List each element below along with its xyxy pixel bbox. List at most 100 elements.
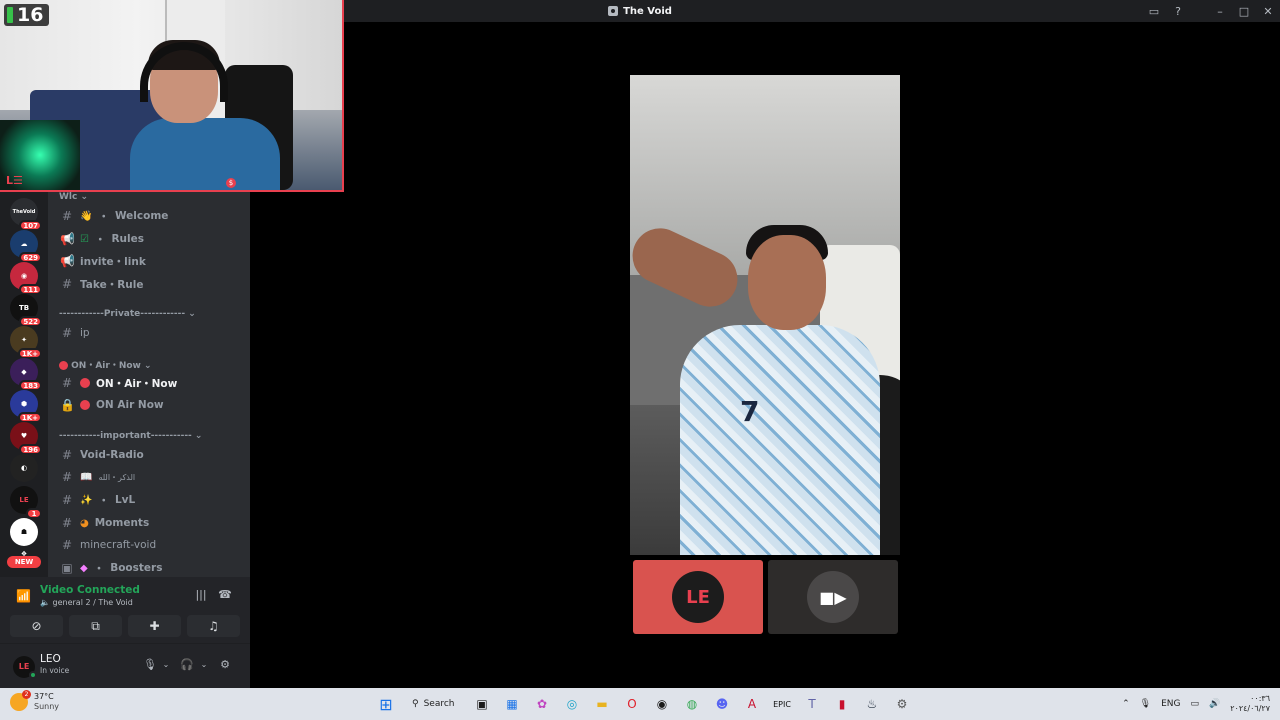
signal-icon[interactable]: 📶 [16, 589, 31, 603]
app-red-icon[interactable]: ▮ [830, 692, 854, 716]
server-icon[interactable]: ◆ 183 [10, 358, 42, 391]
server-icon[interactable]: LE 1 [10, 486, 42, 519]
task-view-icon[interactable]: ▣ [470, 692, 494, 716]
new-badge: NEW [7, 556, 41, 568]
server-icon[interactable]: ☁ 629 [10, 230, 42, 263]
channel-thikr[interactable]: # 📖 الذكر・الله [56, 467, 242, 487]
channel-rules[interactable]: 📢 ☑ ・ Rules [56, 229, 242, 249]
channel-welcome[interactable]: # 👋 ・ Welcome [56, 206, 242, 226]
settings-icon[interactable]: ⚙ [890, 692, 914, 716]
dollar-icon: $ [226, 178, 236, 188]
copilot-icon[interactable]: ✿ [530, 692, 554, 716]
chevron-down-icon[interactable]: ⌄ [196, 657, 212, 673]
network-icon[interactable]: ▭ [1191, 699, 1200, 709]
channel-take-rule[interactable]: # Take・Rule [56, 274, 242, 294]
category-private[interactable]: ------------Private------------ ⌄ [59, 309, 196, 319]
headphones-icon[interactable]: 🎧 [179, 657, 195, 673]
screen-share-button[interactable]: ⧉ [69, 615, 122, 637]
video-camera-icon: ■▶ [807, 571, 859, 623]
channel-lvl[interactable]: # ✨ ・ LvL [56, 490, 242, 510]
screen: The Void ▭ ? – □ ✕ 7 LE ■▶ 16 L☰ $ TheVo… [0, 0, 1280, 720]
language-indicator[interactable]: ENG [1161, 699, 1180, 709]
sparkles-icon: ✨ [80, 494, 93, 506]
server-icon[interactable]: ◉ 111 [10, 262, 42, 295]
channel-list: Wlc ⌄ # 👋 ・ Welcome 📢 ☑ ・ Rules 📢 invite・l… [48, 192, 250, 577]
server-icon[interactable]: TB 522 [10, 294, 42, 327]
maximize-icon[interactable]: □ [1232, 0, 1256, 22]
voice-location[interactable]: 🔈 general 2 / The Void [40, 598, 133, 607]
channel-ip[interactable]: # ip [56, 323, 242, 343]
taskbar-search[interactable]: ⚲ Search [404, 692, 464, 716]
soundboard-button[interactable]: ♫ [187, 615, 240, 637]
microphone-icon[interactable]: 🎙 [142, 657, 158, 673]
channel-on-air-now[interactable]: # ON・Air・Now [56, 373, 242, 393]
edge-icon[interactable]: ◎ [560, 692, 584, 716]
voice-status[interactable]: Video Connected [40, 584, 140, 596]
gear-icon[interactable]: ⚙ [217, 657, 233, 673]
category-on-air[interactable]: ON・Air・Now ⌄ [59, 358, 152, 371]
streamer-webcam-overlay: 16 L☰ $ [0, 0, 344, 192]
server-icon[interactable]: ♥ 196 [10, 422, 42, 455]
channel-boosters[interactable]: ▣ ◆ ・ Boosters [56, 558, 242, 577]
temperature: 37°C [34, 692, 54, 701]
channel-void-radio[interactable]: # Void-Radio [56, 445, 242, 465]
weather-widget[interactable]: 2 37°C Sunny [10, 690, 59, 712]
checkmark-icon: ☑ [80, 233, 89, 245]
help-icon[interactable]: ? [1166, 0, 1190, 22]
camera-off-tile[interactable]: ■▶ [768, 560, 898, 634]
my-video-tile[interactable]: LE [633, 560, 763, 634]
opera-icon[interactable]: O [620, 692, 644, 716]
megaphone-icon: 📢 [60, 254, 75, 268]
server-icon[interactable]: ✦ 1K+ [10, 326, 42, 359]
acrobat-icon[interactable]: A [740, 692, 764, 716]
red-circle-icon [80, 400, 90, 410]
chevron-up-icon[interactable]: ⌃ [1122, 699, 1130, 709]
channel-moments[interactable]: # ◕ Moments [56, 513, 242, 533]
server-icon[interactable]: TheVoid 107 [10, 198, 42, 231]
camera-toggle-button[interactable]: ⊘ [10, 615, 63, 637]
teams-icon[interactable]: T [800, 692, 824, 716]
chrome-icon[interactable]: ◍ [680, 692, 704, 716]
weather-badge: 2 [22, 690, 31, 699]
hash-icon: # [61, 376, 73, 390]
username[interactable]: LEO [40, 653, 61, 665]
activities-button[interactable]: ✚ [128, 615, 181, 637]
server-logo-icon [608, 6, 619, 16]
store-icon[interactable]: ▦ [500, 692, 524, 716]
category-wlc[interactable]: Wlc ⌄ [59, 192, 88, 202]
microphone-icon[interactable]: 🎙 [1140, 699, 1151, 709]
red-circle-icon [59, 361, 68, 370]
clock[interactable]: ٠٠:٣٦ ٢٠٢٤/٠٦/٢٧ [1230, 694, 1270, 714]
channel-invite-link[interactable]: 📢 invite・link [56, 251, 242, 271]
taskbar-apps: ⊞ ⚲ Search ▣ ▦ ✿ ◎ ▬ O ◉ ◍ ☻ A EPIC T ▮ … [374, 692, 914, 716]
clock-date: ٢٠٢٤/٠٦/٢٧ [1230, 704, 1270, 713]
wave-icon: 👋 [80, 210, 93, 222]
minimize-icon[interactable]: – [1208, 0, 1232, 22]
channel-minecraft-void[interactable]: # minecraft-void [56, 535, 242, 555]
noise-suppression-icon[interactable]: ||| [193, 587, 209, 603]
steam-icon[interactable]: ♨ [860, 692, 884, 716]
inbox-icon[interactable]: ▭ [1142, 0, 1166, 22]
app-icon[interactable]: ◉ [650, 692, 674, 716]
file-explorer-icon[interactable]: ▬ [590, 692, 614, 716]
windows-start-icon[interactable]: ⊞ [374, 692, 398, 716]
disconnect-icon[interactable]: ☎ [217, 587, 233, 603]
hash-icon: # [61, 209, 73, 223]
hash-icon: # [61, 470, 73, 484]
red-circle-icon [80, 378, 90, 388]
server-icon[interactable]: ◐ [10, 454, 38, 482]
megaphone-icon: 📢 [60, 232, 75, 246]
epic-games-icon[interactable]: EPIC [770, 692, 794, 716]
category-important[interactable]: -----------important----------- ⌄ [59, 431, 202, 441]
discord-icon[interactable]: ☻ [710, 692, 734, 716]
server-icon[interactable]: ⬢ 1K+ [10, 390, 42, 423]
video-stage: 7 LE ■▶ [250, 22, 1280, 688]
main-video-feed[interactable]: 7 [630, 75, 900, 555]
chevron-down-icon[interactable]: ⌄ [158, 657, 174, 673]
volume-icon[interactable]: 🔊 [1209, 699, 1220, 709]
close-icon[interactable]: ✕ [1256, 0, 1280, 22]
sun-icon: 2 [10, 690, 31, 711]
channel-on-air-locked[interactable]: 🔒 ON Air Now [56, 395, 242, 415]
counter-value: 16 [17, 4, 44, 26]
os-taskbar: 2 37°C Sunny ⊞ ⚲ Search ▣ ▦ ✿ ◎ ▬ O ◉ ◍ … [0, 688, 1280, 720]
